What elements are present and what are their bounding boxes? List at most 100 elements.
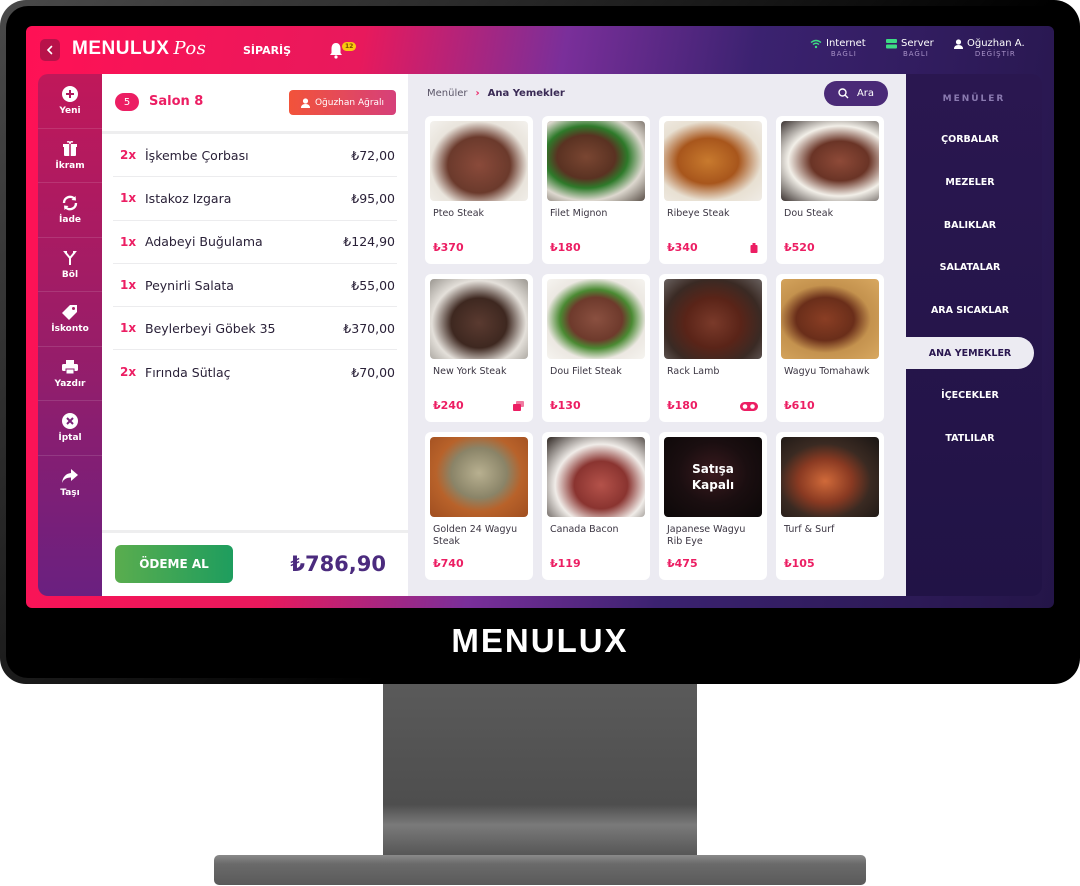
top-bar: MENULUX Pos SİPARİŞ 12 Internet BAĞLI Ser… xyxy=(26,26,1054,74)
item-price: ₺370,00 xyxy=(343,320,395,336)
action-treat[interactable]: İkram xyxy=(38,129,102,183)
server-sub: BAĞLI xyxy=(902,50,929,58)
product-card[interactable]: Dou Filet Steak ₺130 xyxy=(542,274,650,422)
table-number-badge: 5 xyxy=(115,93,139,111)
breadcrumb-root[interactable]: Menüler xyxy=(427,88,468,99)
back-button[interactable] xyxy=(40,39,60,61)
server-icon xyxy=(886,38,897,48)
action-split[interactable]: Böl xyxy=(38,238,102,292)
category-tatlilar[interactable]: TATLILAR xyxy=(906,422,1034,454)
nav-order-link[interactable]: SİPARİŞ xyxy=(243,44,291,57)
product-name: Dou Filet Steak xyxy=(550,366,622,377)
action-label: Taşı xyxy=(60,488,80,499)
logo-suffix: Pos xyxy=(173,38,207,59)
category-sidebar: MENÜLER ÇORBALAR MEZELER BALIKLAR SALATA… xyxy=(906,74,1042,596)
internet-status: Internet BAĞLI xyxy=(810,38,866,58)
waiter-name: Oğuzhan Ağralı xyxy=(314,97,385,108)
product-card[interactable]: Pteo Steak ₺370 xyxy=(425,116,533,264)
item-price: ₺70,00 xyxy=(351,364,395,380)
category-corbalar[interactable]: ÇORBALAR xyxy=(906,123,1034,155)
product-card[interactable]: New York Steak ₺240 xyxy=(425,274,533,422)
device-brand-label: MENULUX xyxy=(451,622,629,659)
action-cancel[interactable]: İptal xyxy=(38,401,102,456)
product-card[interactable]: Filet Mignon ₺180 xyxy=(542,116,650,264)
product-card[interactable]: Golden 24 Wagyu Steak ₺740 xyxy=(425,432,533,580)
order-item[interactable]: 1x Istakoz Izgara ₺95,00 xyxy=(113,177,397,221)
product-name: Filet Mignon xyxy=(550,208,608,219)
waiter-button[interactable]: Oğuzhan Ağralı xyxy=(289,90,396,115)
product-card[interactable]: Dou Steak ₺520 xyxy=(776,116,884,264)
internet-label: Internet xyxy=(826,38,866,49)
category-mezeler[interactable]: MEZELER xyxy=(906,166,1034,198)
order-item[interactable]: 1x Beylerbeyi Göbek 35 ₺370,00 xyxy=(113,307,397,351)
table-name: Salon 8 xyxy=(149,94,204,109)
product-name: Dou Steak xyxy=(784,208,834,219)
product-price: ₺180 xyxy=(667,399,698,412)
chevron-right-icon: › xyxy=(475,88,480,99)
product-card[interactable]: Rack Lamb ₺180 xyxy=(659,274,767,422)
notification-badge: 12 xyxy=(342,42,357,51)
user-icon xyxy=(954,38,963,49)
order-item[interactable]: 2x İşkembe Çorbası ₺72,00 xyxy=(113,134,397,178)
action-move[interactable]: Taşı xyxy=(38,456,102,511)
item-name: Beylerbeyi Göbek 35 xyxy=(145,320,276,336)
order-item[interactable]: 1x Adabeyi Buğulama ₺124,90 xyxy=(113,221,397,264)
search-button[interactable]: Ara xyxy=(824,81,888,106)
item-qty: 1x xyxy=(120,191,137,206)
order-footer: ÖDEME AL ₺786,90 xyxy=(102,530,408,596)
toggle-icon xyxy=(740,402,758,411)
user-status[interactable]: Oğuzhan A. DEĞİŞTİR xyxy=(954,38,1025,58)
item-qty: 1x xyxy=(120,321,137,336)
product-card[interactable]: Canada Bacon ₺119 xyxy=(542,432,650,580)
order-header: 5 Salon 8 Oğuzhan Ağralı xyxy=(102,74,408,134)
action-new[interactable]: Yeni xyxy=(38,74,102,129)
product-price: ₺475 xyxy=(667,557,698,570)
action-print[interactable]: Yazdır xyxy=(38,347,102,401)
category-ana-yemekler[interactable]: ANA YEMEKLER xyxy=(906,337,1034,369)
product-image xyxy=(547,437,645,517)
product-name: Canada Bacon xyxy=(550,524,619,535)
split-icon xyxy=(63,250,77,265)
item-price: ₺124,90 xyxy=(343,234,395,250)
item-qty: 2x xyxy=(120,365,137,380)
product-price: ₺180 xyxy=(550,241,581,254)
not-for-sale-label: Satışa Kapalı xyxy=(691,462,735,492)
gift-icon xyxy=(63,140,77,156)
action-discount[interactable]: İskonto xyxy=(38,292,102,347)
breadcrumb-current: Ana Yemekler xyxy=(487,88,565,99)
item-price: ₺95,00 xyxy=(351,190,395,206)
category-icecekler[interactable]: İÇECEKLER xyxy=(906,379,1034,411)
product-card[interactable]: Turf & Surf ₺105 xyxy=(776,432,884,580)
product-card[interactable]: Wagyu Tomahawk ₺610 xyxy=(776,274,884,422)
user-label: Oğuzhan A. xyxy=(967,38,1025,49)
category-salatalar[interactable]: SALATALAR xyxy=(906,251,1034,283)
chevron-left-icon xyxy=(46,45,53,55)
product-name: New York Steak xyxy=(433,366,507,377)
item-qty: 1x xyxy=(120,234,137,249)
product-image xyxy=(781,437,879,517)
product-price: ₺119 xyxy=(550,557,581,570)
action-label: İskonto xyxy=(51,324,89,335)
product-name: Japanese Wagyu Rib Eye xyxy=(667,524,746,547)
internet-sub: BAĞLI xyxy=(830,50,857,58)
pay-button[interactable]: ÖDEME AL xyxy=(115,545,233,583)
action-label: Yeni xyxy=(59,106,81,117)
order-item[interactable]: 2x Fırında Sütlaç ₺70,00 xyxy=(113,350,397,393)
user-sub[interactable]: DEĞİŞTİR xyxy=(963,50,1016,58)
product-image xyxy=(781,121,879,201)
category-ara-sicaklar[interactable]: ARA SICAKLAR xyxy=(906,294,1034,326)
order-item[interactable]: 1x Peynirli Salata ₺55,00 xyxy=(113,264,397,308)
product-name: Turf & Surf xyxy=(784,524,835,535)
plus-circle-icon xyxy=(62,86,78,103)
product-card[interactable]: Ribeye Steak ₺340 xyxy=(659,116,767,264)
search-label: Ara xyxy=(856,88,875,99)
printer-icon xyxy=(62,359,78,375)
product-image: Satışa Kapalı xyxy=(664,437,762,517)
action-refund[interactable]: İade xyxy=(38,183,102,238)
product-card[interactable]: Satışa Kapalı Japanese Wagyu Rib Eye ₺475 xyxy=(659,432,767,580)
products-panel: Menüler › Ana Yemekler Ara Pteo Steak ₺3… xyxy=(408,74,906,596)
product-image xyxy=(781,279,879,359)
logo-text: MENULUX xyxy=(72,38,170,59)
category-baliklar[interactable]: BALIKLAR xyxy=(906,209,1034,241)
item-name: Peynirli Salata xyxy=(145,277,234,293)
